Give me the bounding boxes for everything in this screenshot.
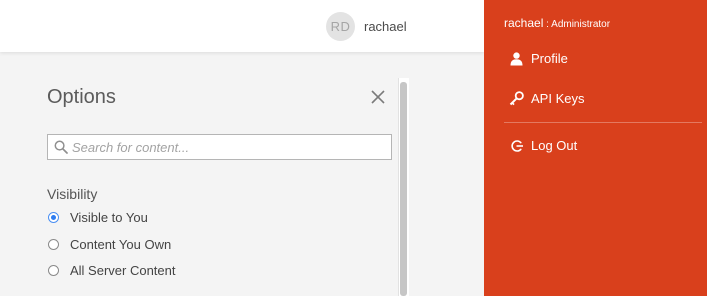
key-icon	[509, 91, 524, 106]
menu-item-label: API Keys	[531, 91, 585, 106]
radio-label: All Server Content	[70, 263, 176, 278]
radio-content-you-own[interactable]: Content You Own	[48, 237, 171, 252]
radio-button[interactable]	[48, 265, 59, 276]
radio-button-checked[interactable]	[48, 212, 59, 223]
menu-item-label: Profile	[531, 51, 568, 66]
app-screen: RD rachael Options Visibility Visibl	[0, 0, 707, 296]
radio-visible-to-you[interactable]: Visible to You	[48, 210, 148, 225]
radio-label: Visible to You	[70, 210, 148, 225]
radio-label: Content You Own	[70, 237, 172, 252]
user-dropdown-menu: rachael : Administrator Profile API Keys	[484, 0, 707, 296]
menu-role: : Administrator	[543, 19, 611, 30]
menu-username: rachael	[504, 16, 544, 30]
menu-item-profile[interactable]: Profile	[509, 51, 568, 66]
scrollbar-thumb[interactable]	[400, 82, 407, 296]
top-header: RD rachael	[0, 0, 484, 52]
header-username: rachael	[364, 18, 407, 34]
visibility-label: Visibility	[47, 186, 98, 202]
user-icon	[509, 51, 524, 66]
menu-header: rachael : Administrator	[504, 16, 610, 30]
search-icon	[54, 140, 68, 154]
close-icon[interactable]	[369, 88, 387, 106]
search-input[interactable]	[72, 137, 382, 157]
logout-icon	[509, 138, 524, 153]
menu-divider	[504, 122, 702, 123]
menu-item-api-keys[interactable]: API Keys	[509, 91, 584, 106]
options-panel: Options Visibility Visible to You Cont	[0, 80, 398, 296]
avatar: RD	[326, 11, 355, 41]
user-menu-toggle[interactable]: RD rachael	[326, 11, 407, 41]
menu-item-log-out[interactable]: Log Out	[509, 138, 577, 153]
search-box	[47, 134, 392, 160]
scrollbar[interactable]	[398, 78, 409, 296]
radio-button[interactable]	[48, 239, 59, 250]
options-title: Options	[47, 86, 116, 108]
menu-item-label: Log Out	[531, 138, 578, 153]
radio-all-server-content[interactable]: All Server Content	[48, 263, 176, 278]
